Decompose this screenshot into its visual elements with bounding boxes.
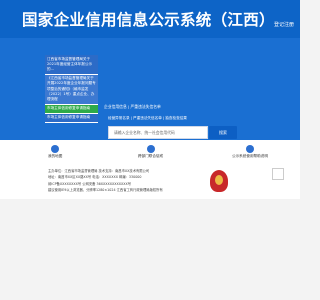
main-tabs[interactable]: 企业信用信息 | 严重违法失信名单 <box>104 104 161 110</box>
notice-panel: 江西省市场监督管理局关于2021年度经营主体年报公示的... 《江西省市场监督管… <box>45 55 98 124</box>
feature-joint-punish[interactable]: 跨部门联合惩戒 <box>138 145 163 159</box>
search-input[interactable]: 请输入企业名称、统一社会信用代码 <box>108 126 208 139</box>
punish-icon <box>146 145 155 153</box>
main-banner: 江西省市场监督管理局关于2021年度经营主体年报公示的... 《江西省市场监督管… <box>0 38 300 140</box>
notice-item[interactable]: 《江西省市场监督管理局关于开展2022年度企业年报问题专项整治的通知》（赣市监发… <box>45 74 98 104</box>
page-background <box>0 199 300 300</box>
notice-item[interactable]: 市场主体信用修复申请指南 <box>45 104 98 113</box>
feature-bar: 我的地图 跨部门联合惩戒 公示系统使用帮助说明 <box>0 140 300 165</box>
feature-label: 公示系统使用帮助说明 <box>232 154 268 158</box>
feature-label: 跨部门联合惩戒 <box>138 154 164 158</box>
search-button[interactable]: 搜索 <box>209 126 237 139</box>
footer-line: 建议使用IE9以上浏览器，分辨率1280×1024 江西省工商行政管理局版权所有 <box>48 187 163 192</box>
map-icon <box>51 145 60 153</box>
login-link[interactable]: 登记注册 <box>274 21 294 28</box>
feature-help[interactable]: 公示系统使用帮助说明 <box>232 145 268 159</box>
feature-label: 我的地图 <box>48 154 63 158</box>
footer: 主办单位：江西省市场监督管理局 技术支持：南昌市XX技术有限公司 地址：南昌市X… <box>0 165 300 199</box>
badge-emblem <box>215 175 223 185</box>
help-icon <box>245 145 254 153</box>
header-bar: 国家企业信用信息公示系统（江西） 登记注册 <box>0 0 300 38</box>
feature-map[interactable]: 我的地图 <box>48 145 62 159</box>
main-subtabs[interactable]: 经营异常名录 | 严重违法失信名单 | 抽查检查结果 <box>108 116 187 121</box>
footer-text: 主办单位：江西省市场监督管理局 技术支持：南昌市XX技术有限公司 地址：南昌市X… <box>48 168 188 193</box>
site-title: 国家企业信用信息公示系统（江西） <box>22 10 275 29</box>
notice-item[interactable]: 市场主体信用修复申请指南 <box>45 113 98 123</box>
notice-item[interactable]: 江西省市场监督管理局关于2021年度经营主体年报公示的... <box>45 55 98 74</box>
police-badge-icon <box>210 170 228 192</box>
qr-code <box>272 168 284 180</box>
